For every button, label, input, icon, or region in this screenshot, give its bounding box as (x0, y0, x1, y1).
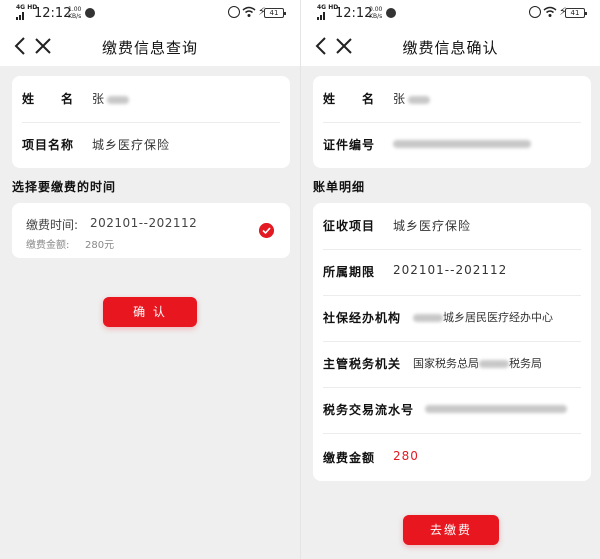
status-bar: 4G HD 12:12 0.00 KB/s ⚡ 41 (301, 0, 600, 28)
serial-row: 税务交易流水号 (313, 387, 591, 433)
divider (323, 433, 581, 434)
signal-icon (317, 12, 327, 20)
tax-authority-suffix: 税务局 (509, 357, 542, 370)
wifi-icon (543, 6, 557, 17)
period-label: 缴费时间: (26, 218, 79, 232)
period-value: 202101--202112 (393, 263, 508, 277)
tax-authority-row: 主管税务机关 国家税务总局 税务局 (313, 341, 591, 387)
section-title-select-period: 选择要缴费的时间 (12, 180, 117, 194)
app-notification-icon (85, 8, 95, 18)
project-label: 项目名称 (22, 138, 75, 152)
go-pay-button[interactable]: 去缴费 (403, 515, 499, 545)
name-row: 姓 名 张 (313, 76, 591, 122)
bill-detail-card: 征收项目 城乡医疗保险 所属期限 202101--202112 社保经办机构 城… (313, 203, 591, 481)
tax-authority-redaction (479, 360, 509, 368)
name-value-text: 张 (92, 92, 106, 106)
checkmark-icon[interactable] (259, 223, 274, 238)
agency-label: 社保经办机构 (323, 311, 402, 325)
period-row: 所属期限 202101--202112 (313, 249, 591, 295)
collection-item-row: 征收项目 城乡医疗保险 (313, 203, 591, 249)
serial-label: 税务交易流水号 (323, 403, 415, 417)
amount-row: 缴费金额 280 (313, 435, 591, 481)
amount-label: 缴费金额 (323, 451, 376, 465)
page-title: 缴费信息查询 (101, 39, 198, 57)
agency-value-text: 城乡居民医疗经办中心 (443, 311, 553, 324)
network-speed-value: 1.00 (68, 6, 82, 13)
page-title: 缴费信息确认 (402, 39, 499, 57)
battery-icon: 41 (565, 8, 587, 18)
network-speed-value: 0.00 (369, 6, 383, 13)
confirm-screen: 4G HD 12:12 0.00 KB/s ⚡ 41 缴费信息确认 姓 名 张 … (300, 0, 600, 559)
payer-info-card: 姓 名 张 证件编号 (313, 76, 591, 168)
signal-icon (16, 12, 26, 20)
period-label: 所属期限 (323, 265, 376, 279)
alarm-icon (529, 6, 541, 18)
serial-value (425, 401, 567, 415)
period-option-card[interactable]: 缴费时间: 202101--202112 缴费金额: 280元 (12, 203, 290, 258)
name-row: 姓 名 张 (12, 76, 290, 122)
id-row: 证件编号 (313, 122, 591, 168)
nav-bar: 缴费信息查询 (0, 28, 300, 66)
id-redaction (393, 139, 531, 148)
network-speed: 1.00 KB/s (68, 6, 81, 20)
name-label: 姓 名 (323, 92, 376, 106)
tax-authority-label: 主管税务机关 (323, 357, 402, 371)
confirm-button[interactable]: 确 认 (103, 297, 197, 327)
amount-value: 280元 (85, 240, 115, 251)
project-row: 项目名称 城乡医疗保险 (12, 122, 290, 168)
tax-authority-value: 国家税务总局 税务局 (413, 355, 542, 371)
name-label: 姓 名 (22, 92, 75, 106)
nav-bar: 缴费信息确认 (301, 28, 600, 66)
id-label: 证件编号 (323, 138, 376, 152)
payer-info-card: 姓 名 张 项目名称 城乡医疗保险 (12, 76, 290, 168)
name-value: 张 (393, 90, 431, 107)
amount-value: 280 (393, 449, 419, 463)
wifi-icon (242, 6, 256, 17)
battery-icon: 41 (264, 8, 286, 18)
collection-item-label: 征收项目 (323, 219, 376, 233)
amount-label: 缴费金额: (26, 240, 70, 251)
query-screen: 4G HD 12:12 1.00 KB/s ⚡ 41 缴费信息查询 姓 名 张 … (0, 0, 300, 559)
network-speed-unit: KB/s (68, 13, 82, 20)
network-speed-unit: KB/s (369, 13, 383, 20)
name-value-text: 张 (393, 92, 407, 106)
app-notification-icon (386, 8, 396, 18)
period-value: 202101--202112 (90, 216, 198, 230)
status-bar: 4G HD 12:12 1.00 KB/s ⚡ 41 (0, 0, 300, 28)
name-redaction (107, 95, 130, 104)
id-value (393, 136, 531, 150)
network-speed: 0.00 KB/s (369, 6, 382, 20)
agency-row: 社保经办机构 城乡居民医疗经办中心 (313, 295, 591, 341)
agency-redaction (413, 314, 443, 322)
status-time: 12:12 (34, 6, 72, 21)
section-title-bill: 账单明细 (313, 180, 366, 194)
project-value: 城乡医疗保险 (92, 138, 171, 152)
serial-redaction (425, 404, 567, 413)
name-value: 张 (92, 90, 130, 107)
agency-value: 城乡居民医疗经办中心 (413, 309, 553, 325)
alarm-icon (228, 6, 240, 18)
name-redaction (408, 95, 431, 104)
tax-authority-prefix: 国家税务总局 (413, 357, 479, 370)
status-time: 12:12 (335, 6, 373, 21)
collection-item-value: 城乡医疗保险 (393, 219, 472, 233)
